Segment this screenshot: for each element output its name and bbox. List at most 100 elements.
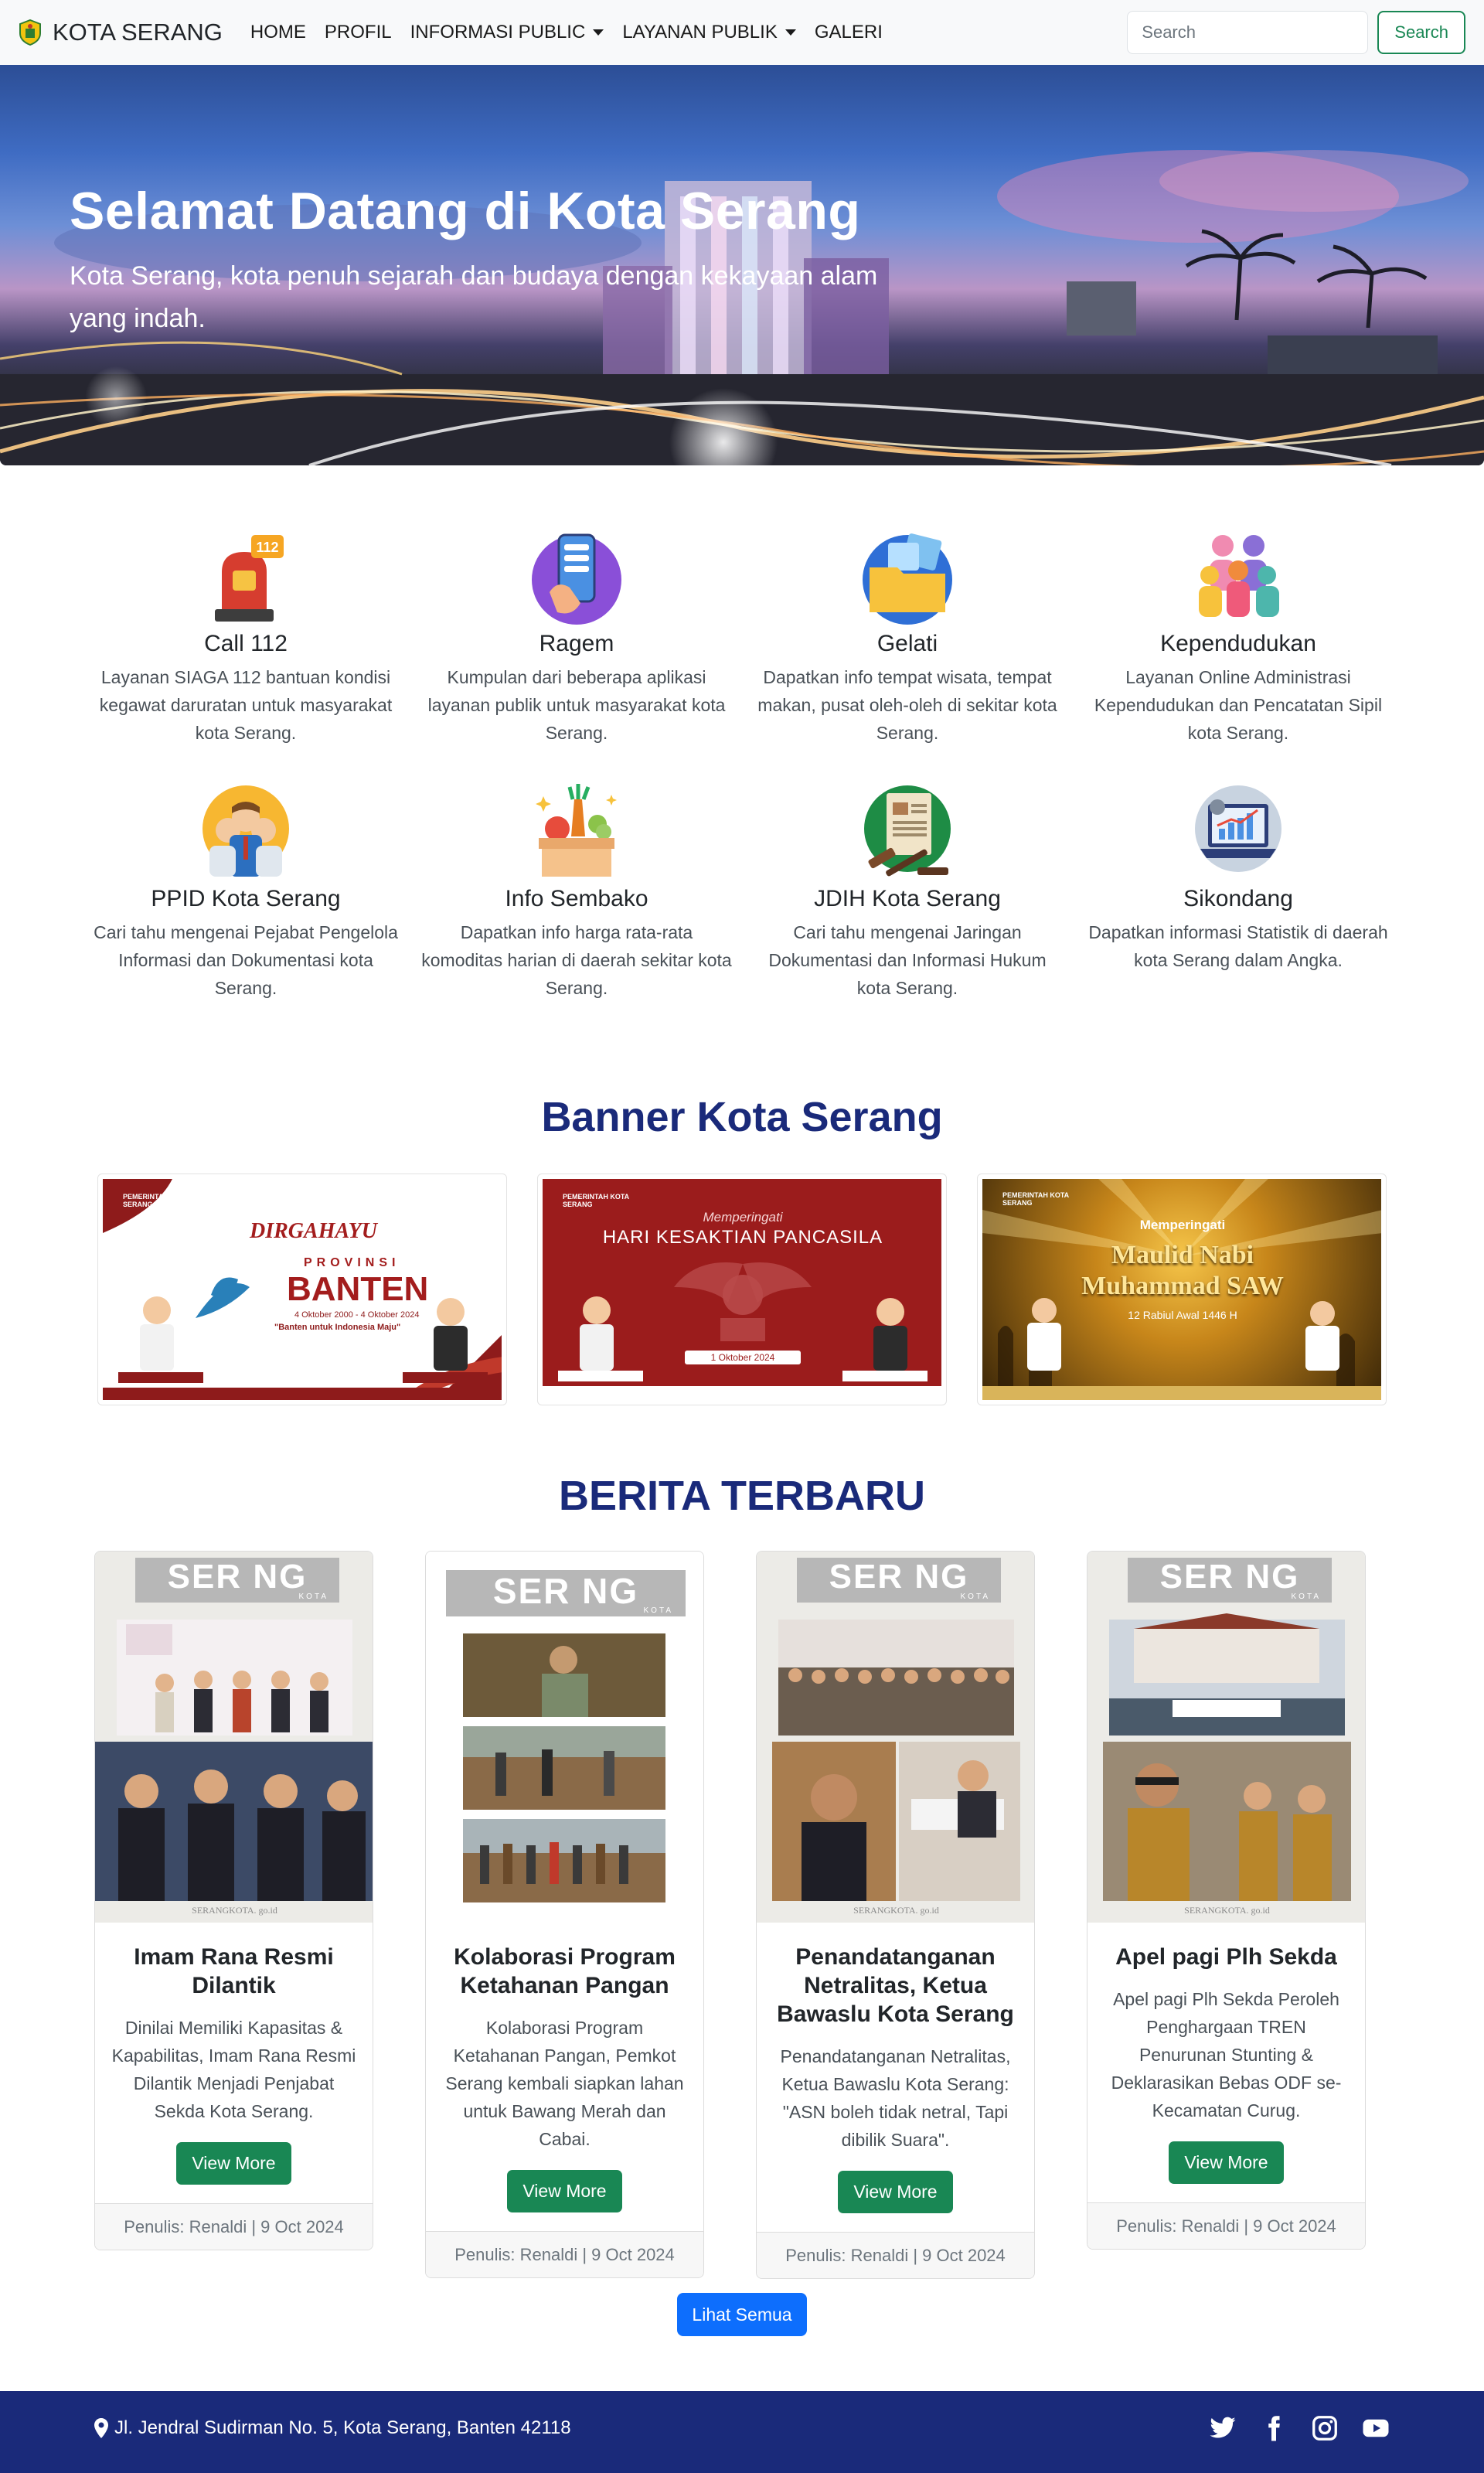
nav-home[interactable]: HOME	[250, 15, 306, 49]
nav-galeri[interactable]: GALERI	[815, 15, 883, 49]
view-more-button[interactable]: View More	[507, 2170, 622, 2212]
city-emblem-icon	[19, 19, 41, 46]
banner-org-label: PEMERINTAH KOTA SERANG	[563, 1193, 629, 1208]
news-title[interactable]: Kolaborasi Program Ketahanan Pangan	[441, 1943, 688, 2000]
public-info-officials-icon	[203, 785, 289, 877]
service-gelati[interactable]: Gelati Dapatkan info tempat wisata, temp…	[745, 526, 1070, 747]
news-card: SER NG KOTA Kolaborasi Program Ketahanan…	[425, 1551, 704, 2278]
view-more-button[interactable]: View More	[838, 2171, 953, 2213]
banner-line3: 1 Oktober 2024	[710, 1352, 775, 1363]
service-desc: Layanan SIAGA 112 bantuan kondisi kegawa…	[99, 667, 393, 743]
news-logo-text: SER NG	[167, 1558, 308, 1596]
search-input[interactable]	[1127, 11, 1369, 54]
news-logo-text: SER NG	[829, 1558, 969, 1596]
news-logo-sub: KOTA	[643, 1606, 673, 1615]
service-title: JDIH Kota Serang	[814, 886, 1001, 911]
news-logo: SER NG KOTA	[446, 1570, 686, 1616]
news-body: Imam Rana Resmi Dilantik Dinilai Memilik…	[95, 1923, 373, 2203]
news-photo	[772, 1620, 1020, 1901]
hero-banner: Selamat Datang di Kota Serang Kota Seran…	[0, 65, 1484, 465]
service-info-sembako[interactable]: Info Sembako Dapatkan info harga rata-ra…	[414, 781, 739, 1002]
footer-address: Jl. Jendral Sudirman No. 5, Kota Serang,…	[94, 2417, 571, 2439]
news-thumbnail[interactable]: SER NG KOTA SERANGKOTA. go.id	[1087, 1552, 1365, 1923]
service-call-112[interactable]: 112 Call 112 Layanan SIAGA 112 bantuan k…	[83, 526, 408, 747]
nav-home-label: HOME	[250, 22, 306, 43]
nav-informasi-public[interactable]: INFORMASI PUBLIC	[410, 15, 604, 49]
search-button[interactable]: Search	[1377, 11, 1465, 54]
news-thumbnail[interactable]: SER NG KOTA SERANGKOTA. go.id	[757, 1552, 1034, 1923]
nav-layanan-publik[interactable]: LAYANAN PUBLIK	[622, 15, 796, 49]
banner-maulid-nabi[interactable]: PEMERINTAH KOTA SERANG Memperingati Maul…	[977, 1173, 1387, 1405]
twitter-icon[interactable]	[1209, 2414, 1237, 2442]
banner-line4: 12 Rabiul Awal 1446 H	[1128, 1309, 1237, 1321]
news-site-label: SERANGKOTA. go.id	[1184, 1905, 1270, 1916]
news-card: SER NG KOTA SERANGKOTA. go.id Imam Rana …	[94, 1551, 373, 2250]
news-site-label: SERANGKOTA. go.id	[192, 1905, 277, 1916]
svg-text:112: 112	[256, 540, 278, 555]
news-title[interactable]: Apel pagi Plh Sekda	[1103, 1943, 1350, 1971]
service-desc: Layanan Online Administrasi Kependudukan…	[1094, 667, 1383, 743]
service-sikondang[interactable]: Sikondang Dapatkan informasi Statistik d…	[1076, 781, 1401, 974]
news-desc: Kolaborasi Program Ketahanan Pangan, Pem…	[445, 2018, 684, 2149]
news-logo-text: SER NG	[492, 1571, 639, 1611]
news-card: SER NG KOTA SERANGKOTA. go.id Penandatan…	[756, 1551, 1035, 2279]
service-title: Gelati	[876, 631, 938, 656]
statistics-laptop-icon	[1195, 785, 1281, 872]
youtube-icon[interactable]	[1362, 2414, 1390, 2442]
service-kependudukan[interactable]: Kependudukan Layanan Online Administrasi…	[1076, 526, 1401, 747]
news-desc: Penandatanganan Netralitas, Ketua Bawasl…	[780, 2046, 1011, 2150]
service-ragem[interactable]: Ragem Kumpulan dari beberapa aplikasi la…	[414, 526, 739, 747]
service-title: Ragem	[539, 631, 614, 656]
banner-org-label: PEMERINTAH KOTA SERANG	[123, 1193, 189, 1208]
nav-layanan-label: LAYANAN PUBLIK	[622, 22, 778, 43]
news-title[interactable]: Imam Rana Resmi Dilantik	[111, 1943, 357, 2000]
banner-hut-banten[interactable]: PEMERINTAH KOTA SERANG DIRGAHAYU PROVINS…	[97, 1173, 507, 1405]
footer-social-links	[1209, 2414, 1390, 2442]
news-photo	[1103, 1613, 1351, 1901]
service-desc: Dapatkan informasi Statistik di daerah k…	[1088, 922, 1388, 970]
brand[interactable]: KOTA SERANG	[19, 19, 223, 46]
news-logo: SER NG KOTA	[1128, 1558, 1332, 1603]
news-site-label: SERANGKOTA. go.id	[853, 1905, 939, 1916]
view-more-button[interactable]: View More	[176, 2142, 291, 2185]
news-footer: Penulis: Renaldi | 9 Oct 2024	[426, 2231, 703, 2277]
news-thumbnail[interactable]: SER NG KOTA	[426, 1552, 703, 1923]
nav-profil[interactable]: PROFIL	[325, 15, 392, 49]
news-title[interactable]: Penandatanganan Netralitas, Ketua Bawasl…	[772, 1943, 1019, 2028]
banner-kesaktian-pancasila[interactable]: PEMERINTAH KOTA SERANG Memperingati HARI…	[537, 1173, 947, 1405]
banner-line3: BANTEN	[287, 1270, 429, 1308]
hero-title: Selamat Datang di Kota Serang	[70, 182, 861, 240]
siren-112-icon: 112	[215, 535, 284, 622]
news-desc: Dinilai Memiliki Kapasitas & Kapabilitas…	[111, 2018, 356, 2121]
banner-line4: 4 Oktober 2000 - 4 Oktober 2024	[294, 1310, 420, 1320]
news-body: Kolaborasi Program Ketahanan Pangan Kola…	[426, 1923, 703, 2231]
instagram-icon[interactable]	[1311, 2414, 1339, 2442]
population-people-icon	[1199, 535, 1279, 617]
nav-links: HOME PROFIL INFORMASI PUBLIC LAYANAN PUB…	[250, 15, 883, 49]
news-card: SER NG KOTA SERANGKOTA. go.id Apel pagi …	[1087, 1551, 1366, 2250]
search-form: Search	[1127, 11, 1465, 54]
see-all-news-button[interactable]: Lihat Semua	[677, 2293, 807, 2336]
service-desc: Dapatkan info tempat wisata, tempat maka…	[757, 667, 1057, 743]
banner-line2: Maulid Nabi	[1111, 1241, 1254, 1269]
banner-line1: DIRGAHAYU	[250, 1219, 377, 1243]
service-ppid[interactable]: PPID Kota Serang Cari tahu mengenai Peja…	[83, 781, 408, 1002]
service-jdih[interactable]: JDIH Kota Serang Cari tahu mengenai Jari…	[745, 781, 1070, 1002]
view-more-button[interactable]: View More	[1169, 2141, 1284, 2184]
banner-line2: HARI KESAKTIAN PANCASILA	[602, 1227, 883, 1248]
top-navbar: KOTA SERANG HOME PROFIL INFORMASI PUBLIC…	[0, 0, 1484, 65]
banner-line3: Muhammad SAW	[1081, 1272, 1284, 1300]
news-logo: SER NG KOTA	[797, 1558, 1001, 1603]
news-section-heading: BERITA TERBARU	[559, 1473, 925, 1519]
service-title: Call 112	[204, 631, 288, 656]
nav-profil-label: PROFIL	[324, 22, 392, 43]
nav-galeri-label: GALERI	[814, 22, 883, 43]
banner-line5: "Banten untuk Indonesia Maju"	[274, 1323, 401, 1332]
brand-name: KOTA SERANG	[53, 19, 223, 46]
news-footer: Penulis: Renaldi | 9 Oct 2024	[757, 2232, 1034, 2278]
facebook-icon[interactable]	[1260, 2414, 1288, 2442]
news-thumbnail[interactable]: SER NG KOTA SERANGKOTA. go.id	[95, 1552, 373, 1923]
banner-org-label: PEMERINTAH KOTA SERANG	[1002, 1191, 1069, 1207]
banner-line1: Memperingati	[1139, 1218, 1226, 1232]
nav-informasi-label: INFORMASI PUBLIC	[410, 22, 586, 43]
